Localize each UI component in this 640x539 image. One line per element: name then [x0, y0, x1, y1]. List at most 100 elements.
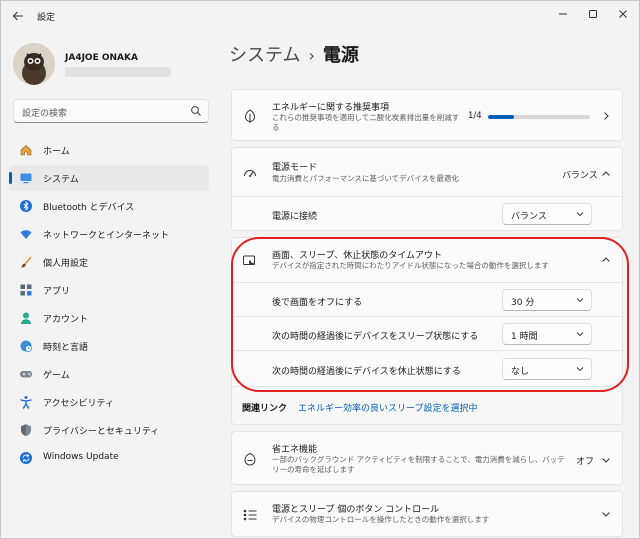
power-mode-title: 電源モード	[272, 163, 318, 173]
hibernate-dropdown[interactable]: なし	[502, 358, 592, 380]
leaf-icon	[242, 108, 258, 124]
sidebar-item-personalization[interactable]: 個人用設定	[9, 249, 209, 275]
power-buttons-description: デバイスの物理コントロールを操作したときの動作を選択します	[272, 515, 490, 524]
close-icon	[619, 10, 627, 18]
avatar	[13, 43, 55, 85]
energy-efficient-sleep-link[interactable]: エネルギー効率の良いスリープ設定を選択中	[298, 401, 477, 414]
energy-progress-fill	[488, 115, 514, 119]
screen-off-dropdown[interactable]: 30 分	[502, 289, 592, 311]
sidebar-item-privacy[interactable]: プライバシーとセキュリティ	[9, 417, 209, 443]
back-arrow-icon	[12, 11, 23, 21]
power-buttons-title: 電源とスリープ 個のボタン コントロール	[272, 505, 440, 515]
search-box[interactable]: 設定の検索	[13, 99, 209, 123]
sidebar-item-label: ホーム	[43, 147, 70, 157]
chevron-down-icon	[575, 329, 585, 339]
chevron-right-icon	[600, 110, 612, 122]
power-mode-card[interactable]: 電源モード 電力消費とパフォーマンスに基づいてデバイスを最適化 バランス	[231, 147, 623, 197]
chevron-down-icon[interactable]	[600, 508, 612, 520]
chevron-down-icon	[575, 364, 585, 374]
hibernate-value: なし	[511, 367, 530, 377]
sidebar-item-label: Bluetooth とデバイス	[43, 203, 135, 213]
sidebar-item-label: アプリ	[43, 287, 71, 297]
chevron-down-icon	[575, 209, 585, 219]
close-button[interactable]	[609, 5, 637, 23]
energy-title: エネルギーに関する推奨事項	[272, 103, 390, 113]
sidebar-item-label: アクセシビリティ	[43, 399, 115, 409]
maximize-button[interactable]	[579, 5, 607, 23]
account-icon	[19, 311, 33, 325]
search-icon	[191, 106, 201, 116]
sidebar-item-label: Windows Update	[43, 452, 119, 462]
sidebar-item-label: 個人用設定	[43, 259, 89, 269]
settings-window: 設定 JA4JOE ONAKA 設定の検索 ホーム システム Bluetooth…	[0, 0, 640, 539]
plugged-in-row: 電源に接続 バランス	[231, 197, 623, 231]
sleep-label: 次の時間の経過後にデバイスをスリープ状態にする	[272, 332, 479, 342]
screen-sleep-icon	[242, 253, 258, 269]
shield-icon	[19, 423, 33, 437]
sidebar-nav: ホーム システム Bluetooth とデバイス ネットワークとインターネット …	[9, 137, 209, 473]
sleep-value: 1 時間	[511, 332, 538, 342]
apps-icon	[19, 283, 33, 297]
energy-saver-icon	[242, 451, 258, 467]
back-button[interactable]	[9, 7, 27, 25]
sidebar-item-time-language[interactable]: 時刻と言語	[9, 333, 209, 359]
plugged-in-dropdown[interactable]: バランス	[502, 203, 592, 225]
maximize-icon	[589, 10, 597, 18]
sidebar-item-label: システム	[43, 175, 79, 185]
sidebar-item-accounts[interactable]: アカウント	[9, 305, 209, 331]
sleep-row: 次の時間の経過後にデバイスをスリープ状態にする 1 時間	[231, 317, 623, 351]
screen-off-row: 後で画面をオフにする 30 分	[231, 283, 623, 317]
sleep-dropdown[interactable]: 1 時間	[502, 323, 592, 345]
system-icon	[19, 171, 33, 185]
accessibility-icon	[19, 395, 33, 409]
sidebar-item-accessibility[interactable]: アクセシビリティ	[9, 389, 209, 415]
sidebar-item-apps[interactable]: アプリ	[9, 277, 209, 303]
power-buttons-card[interactable]: 電源とスリープ 個のボタン コントロール デバイスの物理コントロールを操作したと…	[231, 491, 623, 537]
energy-progress-text: 1/4	[468, 111, 482, 121]
minimize-button[interactable]	[549, 5, 577, 23]
brush-icon	[19, 255, 33, 269]
sidebar-item-system[interactable]: システム	[9, 165, 209, 191]
user-email-redacted	[65, 67, 171, 77]
page-title: 電源	[322, 45, 359, 66]
energy-saver-card[interactable]: 省エネ機能 一部のバックグラウンド アクティビティを制限することで、電力消費を減…	[231, 431, 623, 485]
screen-sleep-description: デバイスが指定された時間にわたりアイドル状態になった場合の動作を選択します	[272, 261, 549, 270]
related-links-row: 関連リンク エネルギー効率の良いスリープ設定を選択中	[231, 387, 623, 425]
sidebar-item-label: 時刻と言語	[43, 343, 89, 353]
search-input[interactable]: 設定の検索	[22, 106, 67, 119]
power-mode-value: バランス	[562, 171, 598, 181]
sidebar-item-home[interactable]: ホーム	[9, 137, 209, 163]
sidebar-item-label: アカウント	[43, 315, 89, 325]
power-mode-description: 電力消費とパフォーマンスに基づいてデバイスを最適化	[272, 174, 459, 183]
update-icon	[19, 451, 33, 465]
hibernate-label: 次の時間の経過後にデバイスを休止状態にする	[272, 367, 461, 377]
breadcrumb-parent[interactable]: システム	[229, 45, 300, 66]
button-list-icon	[242, 507, 258, 523]
chevron-down-icon	[575, 295, 585, 305]
chevron-up-icon[interactable]	[600, 254, 612, 266]
gamepad-icon	[19, 367, 33, 381]
energy-saver-title: 省エネ機能	[272, 445, 318, 455]
sidebar-item-windows-update[interactable]: Windows Update	[9, 445, 209, 471]
home-icon	[19, 143, 33, 157]
sidebar-item-gaming[interactable]: ゲーム	[9, 361, 209, 387]
sidebar-item-network[interactable]: ネットワークとインターネット	[9, 221, 209, 247]
app-title: 設定	[37, 13, 56, 23]
sidebar-item-label: ネットワークとインターネット	[43, 231, 170, 241]
energy-saver-value: オフ	[576, 457, 595, 467]
breadcrumb-separator: ›	[308, 46, 315, 65]
energy-progress-bar	[488, 115, 590, 119]
screen-off-label: 後で画面をオフにする	[272, 298, 363, 308]
energy-recommendations-card[interactable]: エネルギーに関する推奨事項 これらの推奨事項を適用して二酸化炭素排出量を削減する…	[231, 89, 623, 141]
sidebar-item-bluetooth[interactable]: Bluetooth とデバイス	[9, 193, 209, 219]
bluetooth-icon	[19, 199, 33, 213]
title-bar: 設定	[1, 1, 639, 31]
chevron-up-icon[interactable]	[600, 168, 612, 180]
breadcrumb: システム › 電源	[229, 41, 359, 67]
screen-sleep-card[interactable]: 画面、スリープ、休止状態のタイムアウト デバイスが指定された時間にわたりアイドル…	[231, 237, 623, 283]
power-mode-icon	[242, 166, 258, 182]
chevron-down-icon[interactable]	[600, 454, 612, 466]
screen-off-value: 30 分	[511, 298, 535, 308]
screen-sleep-title: 画面、スリープ、休止状態のタイムアウト	[272, 251, 443, 261]
sidebar-item-label: ゲーム	[43, 371, 70, 381]
